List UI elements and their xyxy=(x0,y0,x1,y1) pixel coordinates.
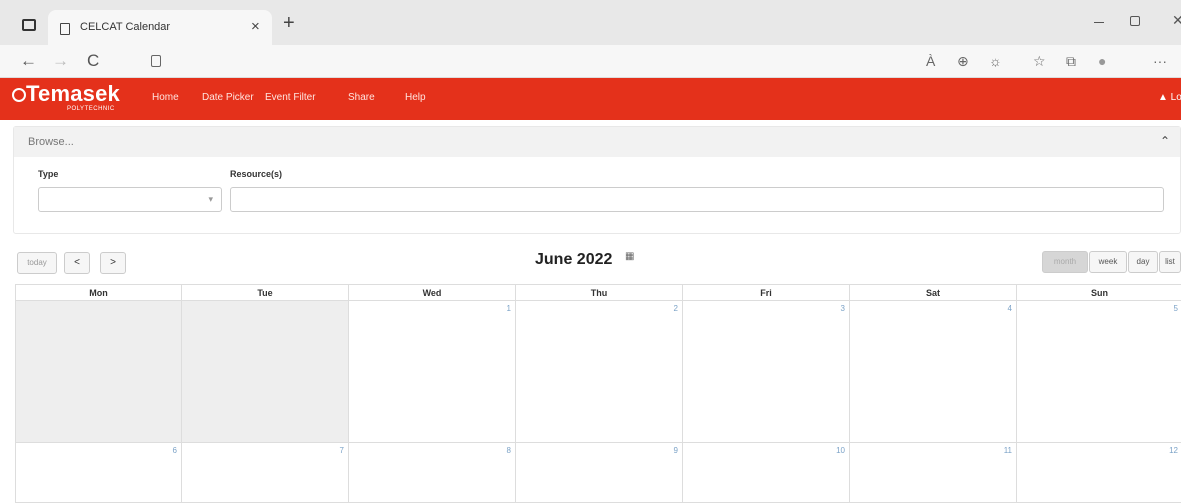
logo-subtitle: POLYTECHNIC xyxy=(67,106,115,112)
day-number: 4 xyxy=(1007,304,1012,313)
tab-actions-icon[interactable] xyxy=(22,19,36,31)
collections-icon[interactable]: ⧉ xyxy=(1066,53,1076,70)
chevron-up-icon[interactable]: ⌃ xyxy=(1160,134,1170,148)
reload-button[interactable]: C xyxy=(87,51,99,71)
calendar-icon[interactable]: ▦ xyxy=(625,251,634,262)
day-cell[interactable]: 9 xyxy=(516,443,683,503)
address-bar: ← → C À ⊕ ☼ ☆ ⧉ ● ··· xyxy=(0,45,1181,78)
day-cell[interactable]: 3 xyxy=(683,301,850,443)
browse-title: Browse... xyxy=(28,136,74,148)
view-month-button[interactable]: month xyxy=(1042,251,1088,273)
day-header-wed: Wed xyxy=(349,284,516,301)
day-cell[interactable]: 4 xyxy=(850,301,1017,443)
day-cell[interactable]: 6 xyxy=(15,443,182,503)
day-header-sat: Sat xyxy=(850,284,1017,301)
day-cell[interactable]: 11 xyxy=(850,443,1017,503)
more-icon[interactable]: ··· xyxy=(1153,53,1167,69)
login-link[interactable]: ▲ Log In xyxy=(1158,92,1181,103)
next-button[interactable]: > xyxy=(100,252,126,274)
day-number: 2 xyxy=(673,304,678,313)
browser-tabstrip: CELCAT Calendar × + ✕ xyxy=(0,0,1181,45)
resources-label: Resource(s) xyxy=(230,169,283,179)
lock-icon[interactable] xyxy=(151,55,161,67)
forward-button[interactable]: → xyxy=(52,51,69,71)
maximize-icon[interactable] xyxy=(1130,16,1140,26)
prev-button[interactable]: < xyxy=(64,252,90,274)
favorites-icon[interactable]: ☆ xyxy=(1033,53,1046,70)
day-number: 7 xyxy=(339,446,344,455)
page-icon xyxy=(60,23,70,35)
day-cell[interactable]: 7 xyxy=(182,443,349,503)
type-select[interactable]: ▾ xyxy=(38,187,222,212)
day-cell[interactable]: 8 xyxy=(349,443,516,503)
day-number: 9 xyxy=(673,446,678,455)
tracking-icon[interactable]: ☼ xyxy=(989,53,1002,69)
resources-input[interactable] xyxy=(230,187,1164,212)
day-cell[interactable]: 2 xyxy=(516,301,683,443)
minimize-icon[interactable] xyxy=(1094,22,1104,23)
day-cell[interactable]: 10 xyxy=(683,443,850,503)
nav-share[interactable]: Share xyxy=(348,92,375,103)
day-header-fri: Fri xyxy=(683,284,850,301)
day-number: 5 xyxy=(1173,304,1178,313)
day-number: 11 xyxy=(1003,446,1012,455)
day-number: 10 xyxy=(836,446,845,455)
nav-date-picker[interactable]: Date Picker xyxy=(202,92,254,103)
read-aloud-icon[interactable]: À xyxy=(926,53,935,69)
logo[interactable]: Temasek xyxy=(26,81,120,107)
view-week-button[interactable]: week xyxy=(1089,251,1127,273)
chevron-down-icon: ▾ xyxy=(208,194,213,204)
day-cell[interactable]: 5 xyxy=(1017,301,1181,443)
day-cell[interactable]: 1 xyxy=(349,301,516,443)
new-tab-button[interactable]: + xyxy=(283,12,295,35)
day-number: 8 xyxy=(506,446,511,455)
app-header: Temasek POLYTECHNIC Home Date Picker Eve… xyxy=(0,78,1181,120)
today-button[interactable]: today xyxy=(17,252,57,274)
zoom-icon[interactable]: ⊕ xyxy=(957,53,969,70)
day-cell[interactable]: 12 xyxy=(1017,443,1181,503)
nav-help[interactable]: Help xyxy=(405,92,426,103)
day-header-thu: Thu xyxy=(516,284,683,301)
day-header-tue: Tue xyxy=(182,284,349,301)
calendar-title: June 2022 xyxy=(535,251,613,268)
tab-title: CELCAT Calendar xyxy=(80,21,171,33)
view-day-button[interactable]: day xyxy=(1128,251,1158,273)
day-number: 3 xyxy=(840,304,845,313)
nav-home[interactable]: Home xyxy=(152,92,179,103)
day-number: 6 xyxy=(172,446,177,455)
day-cell[interactable] xyxy=(15,301,182,443)
browser-tab[interactable]: CELCAT Calendar × xyxy=(48,10,272,45)
browse-header[interactable]: Browse... ⌃ xyxy=(14,127,1180,157)
logo-icon xyxy=(12,88,26,102)
day-number: 12 xyxy=(1169,446,1178,455)
profile-icon[interactable]: ● xyxy=(1098,53,1106,69)
day-cell[interactable] xyxy=(182,301,349,443)
browse-panel: Browse... ⌃ Type Resource(s) ▾ xyxy=(13,126,1181,234)
day-header-mon: Mon xyxy=(15,284,182,301)
nav-event-filter[interactable]: Event Filter xyxy=(265,92,316,103)
close-window-icon[interactable]: ✕ xyxy=(1172,12,1181,29)
type-label: Type xyxy=(38,169,59,179)
tab-close-icon[interactable]: × xyxy=(251,18,260,35)
day-header-sun: Sun xyxy=(1017,284,1181,301)
back-button[interactable]: ← xyxy=(20,51,37,71)
view-list-button[interactable]: list xyxy=(1159,251,1181,273)
day-number: 1 xyxy=(506,304,511,313)
